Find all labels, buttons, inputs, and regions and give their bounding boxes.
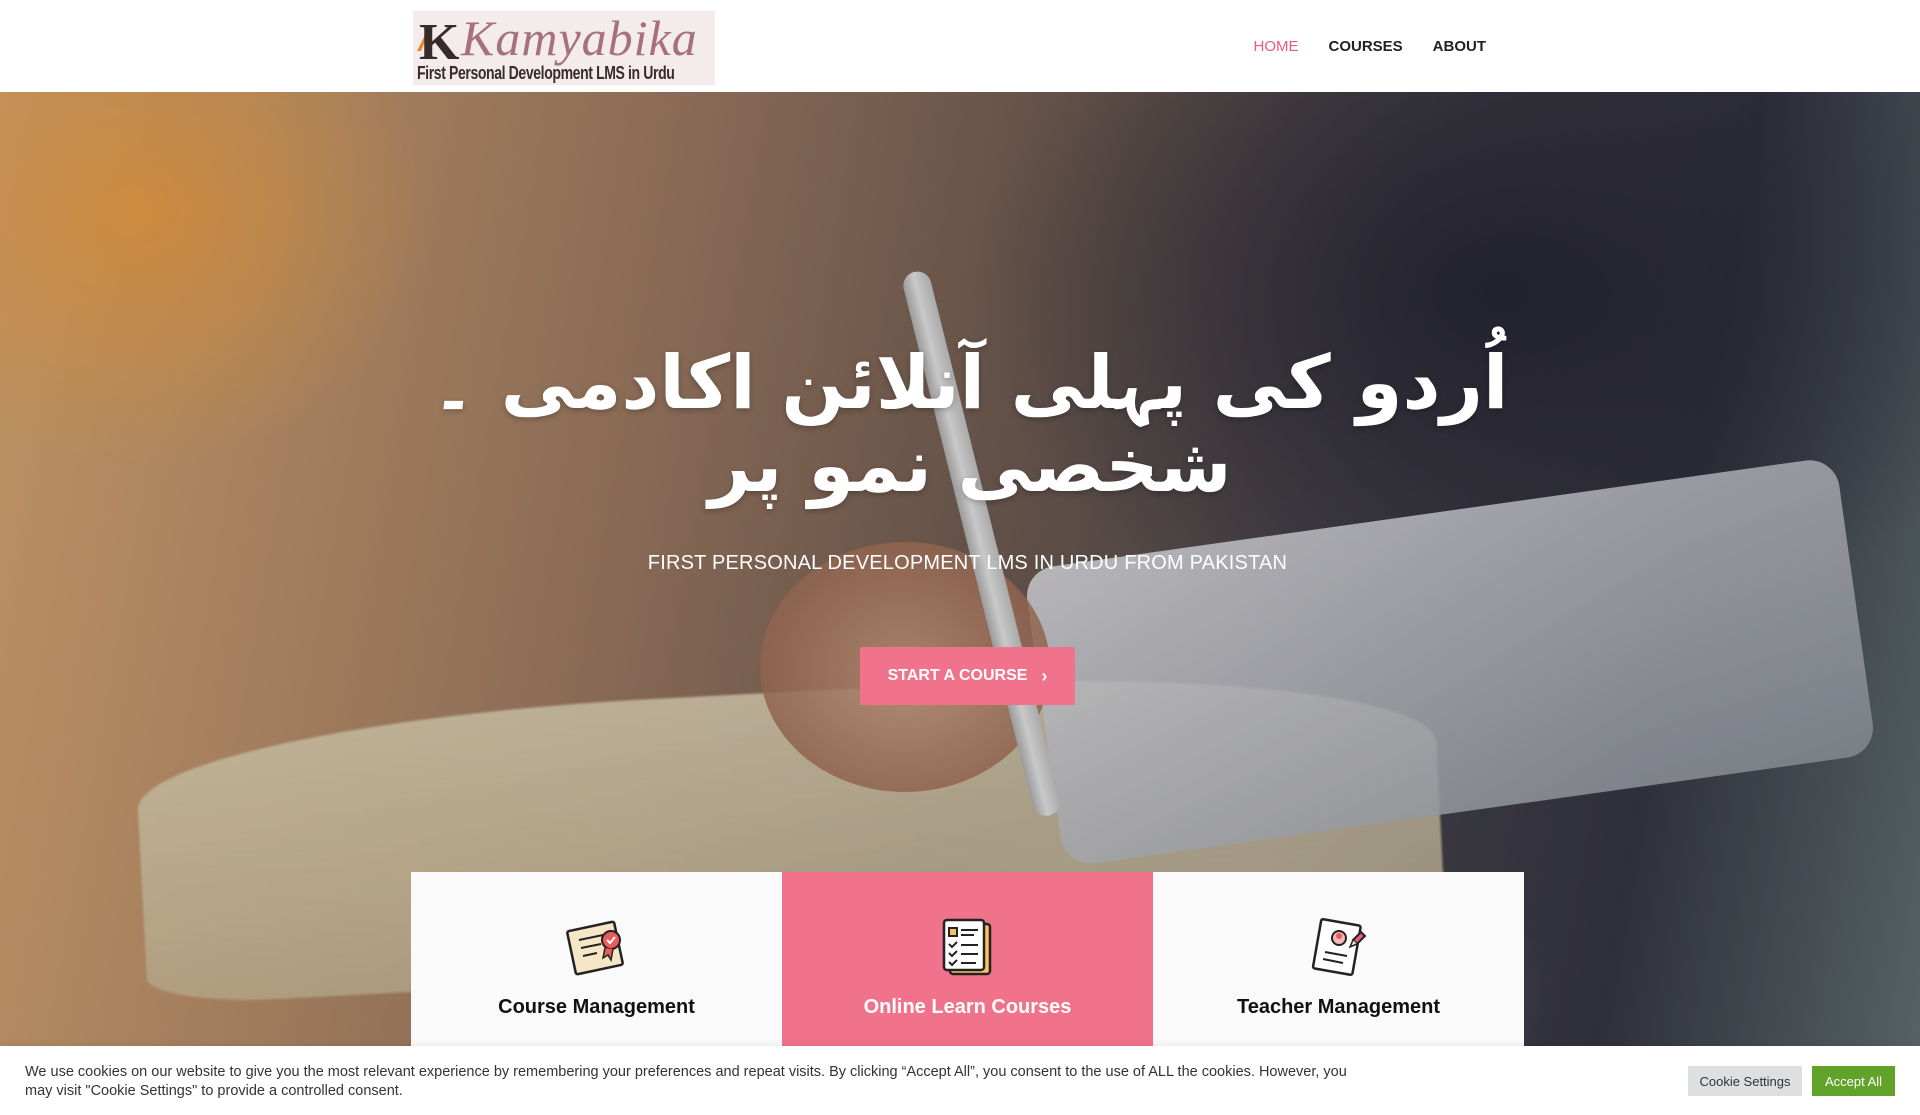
teacher-profile-icon <box>1311 917 1366 977</box>
checklist-document-icon <box>942 918 991 976</box>
logo-wordmark: Kamyabika <box>461 10 698 66</box>
logo-letter: K <box>419 14 460 71</box>
logo-tagline: First Personal Development LMS in Urdu <box>417 63 675 83</box>
feature-title: Online Learn Courses <box>863 996 1072 1018</box>
feature-cards: Course Management Online Learn Courses T… <box>411 872 1524 1047</box>
feature-title: Course Management <box>498 996 695 1018</box>
nav-about[interactable]: ABOUT <box>1433 38 1486 55</box>
feature-title: Teacher Management <box>1236 996 1441 1018</box>
cookie-settings-button[interactable]: Cookie Settings <box>1688 1066 1802 1096</box>
cookie-consent-bar: We use cookies on our website to give yo… <box>0 1046 1920 1115</box>
feature-card-teacher-management[interactable]: Teacher Management <box>1153 872 1524 1047</box>
certificate-icon <box>565 920 624 976</box>
hero-subtitle: FIRST PERSONAL DEVELOPMENT LMS IN URDU F… <box>647 552 1288 574</box>
feature-card-online-courses[interactable]: Online Learn Courses <box>782 872 1153 1047</box>
site-logo[interactable]: K Kamyabika First Personal Development L… <box>413 11 715 85</box>
cookie-message: We use cookies on our website to give yo… <box>25 1064 1347 1099</box>
feature-card-course-management[interactable]: Course Management <box>411 872 782 1047</box>
start-course-label: START A COURSE <box>887 667 1028 684</box>
hero-title: اُردو کی پہلی آنلائن اکادمی ۔ شخصی نمو پ… <box>431 340 1509 509</box>
main-nav: HOME COURSES ABOUT <box>1253 38 1486 55</box>
chevron-right-icon: › <box>1041 665 1048 686</box>
nav-home[interactable]: HOME <box>1253 38 1298 55</box>
accept-all-button[interactable]: Accept All <box>1812 1066 1895 1096</box>
site-header: K Kamyabika First Personal Development L… <box>0 0 1920 92</box>
nav-courses[interactable]: COURSES <box>1328 38 1402 55</box>
start-course-button[interactable]: START A COURSE › <box>860 647 1075 705</box>
